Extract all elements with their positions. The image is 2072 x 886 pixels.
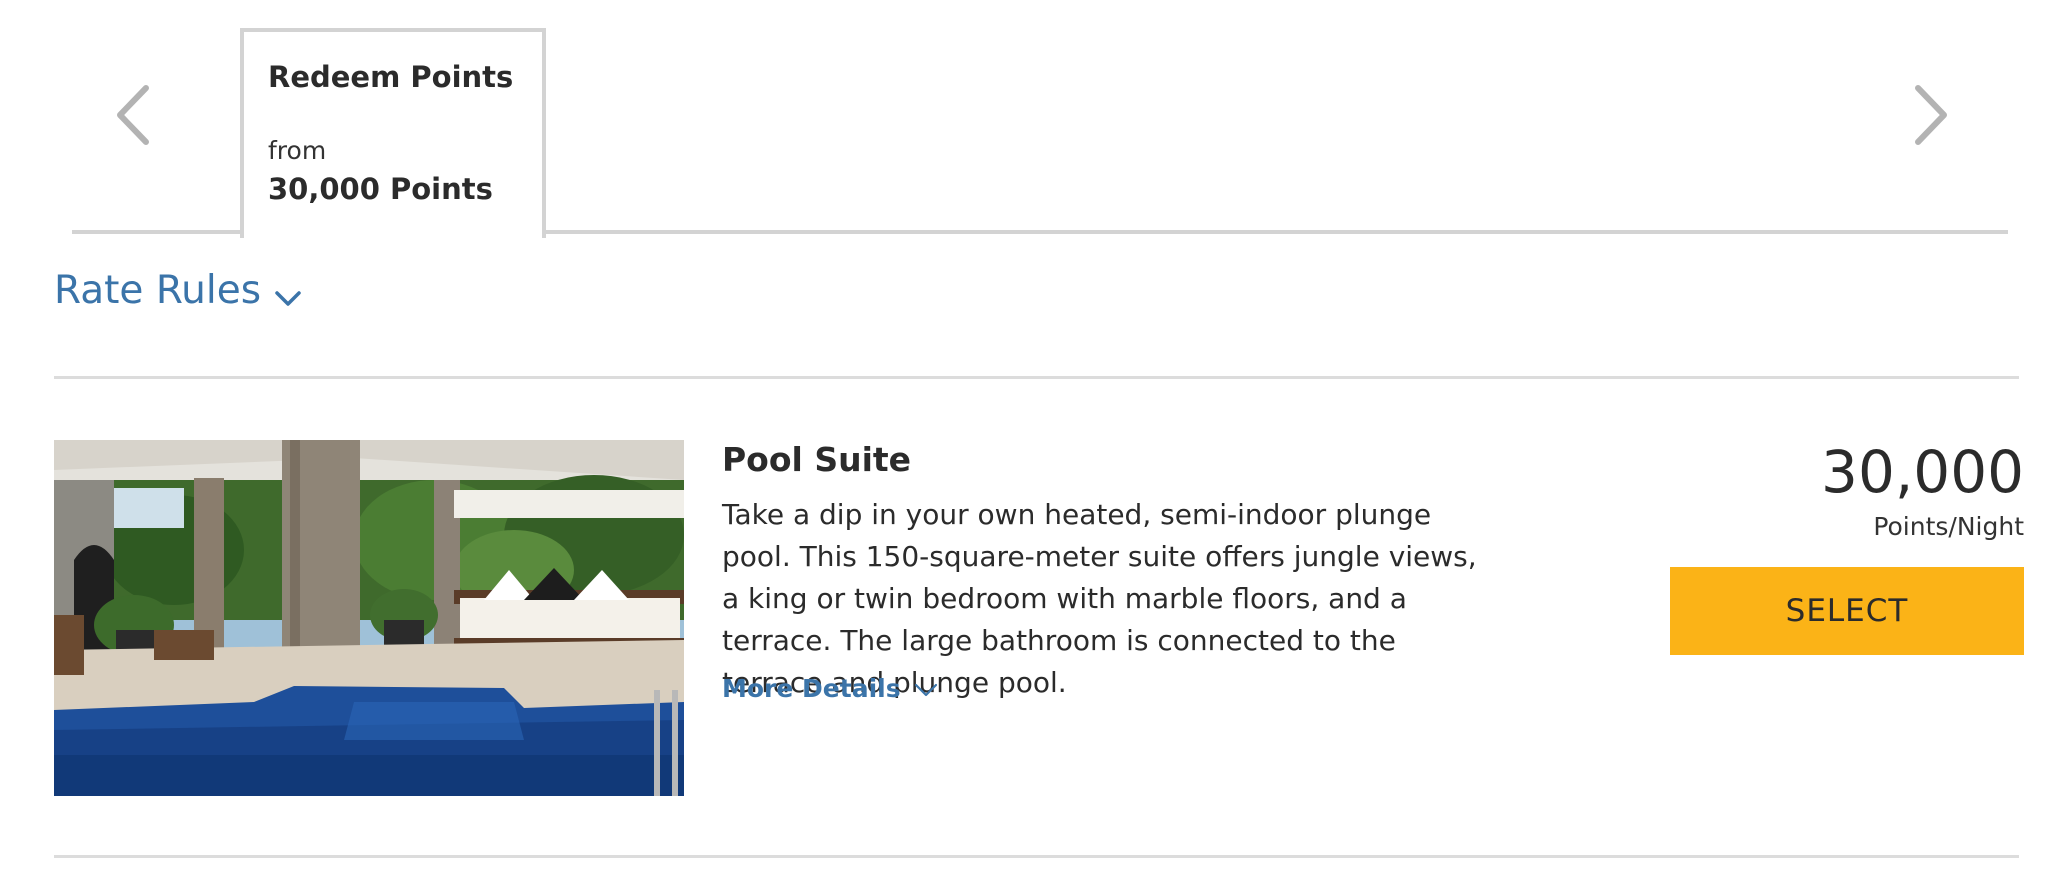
- chevron-down-icon: [273, 276, 303, 306]
- room-name: Pool Suite: [722, 440, 912, 479]
- chevron-left-icon[interactable]: [108, 80, 158, 150]
- rate-tab-price: 30,000 Points: [268, 172, 493, 206]
- room-rates-page: Redeem Points from 30,000 Points Rate Ru…: [0, 0, 2072, 886]
- room-price-unit: Points/Night: [1873, 512, 2024, 541]
- more-details-link[interactable]: More Details: [722, 674, 939, 703]
- rate-tab-title: Redeem Points: [268, 60, 514, 94]
- rate-tab-from-label: from: [268, 136, 327, 165]
- rate-tab-redeem-points[interactable]: Redeem Points from 30,000 Points: [240, 28, 546, 238]
- rate-rules-toggle[interactable]: Rate Rules: [54, 268, 303, 313]
- section-divider: [54, 376, 2019, 379]
- room-photo: [54, 440, 684, 796]
- chevron-right-icon[interactable]: [1906, 80, 1956, 150]
- more-details-label: More Details: [722, 674, 901, 703]
- rate-rules-label: Rate Rules: [54, 268, 262, 313]
- chevron-down-icon: [913, 676, 939, 702]
- room-description: Take a dip in your own heated, semi-indo…: [722, 498, 1477, 699]
- section-divider: [54, 855, 2019, 858]
- select-button[interactable]: SELECT: [1670, 567, 2024, 655]
- room-price: 30,000: [1821, 438, 2024, 506]
